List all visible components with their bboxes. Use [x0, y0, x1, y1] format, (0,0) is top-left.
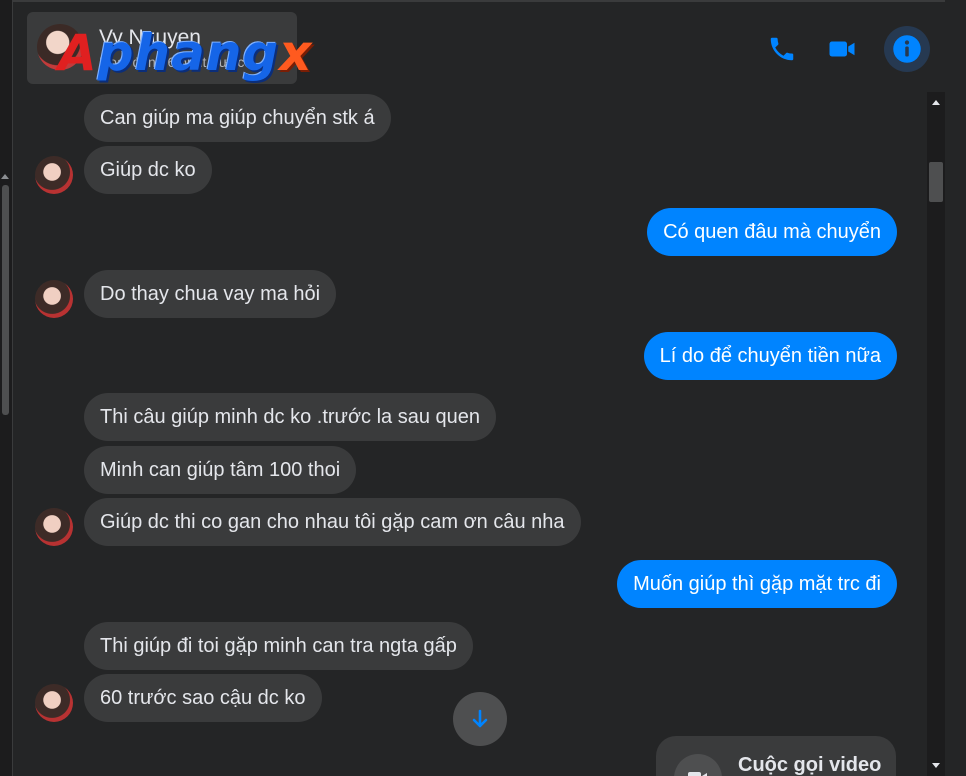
- video-call-card[interactable]: Cuộc gọi video: [656, 736, 896, 776]
- scroll-down-arrow[interactable]: [932, 763, 940, 768]
- message-incoming[interactable]: Can giúp ma giúp chuyển stk á: [84, 94, 391, 142]
- message-outgoing[interactable]: Muốn giúp thì gặp mặt trc đi: [617, 560, 897, 608]
- avatar[interactable]: [35, 280, 73, 318]
- call-card-label: Cuộc gọi video: [738, 754, 882, 776]
- message-incoming[interactable]: Do thay chua vay ma hỏi: [84, 270, 337, 318]
- message-incoming[interactable]: 60 trước sao cậu dc ko: [84, 674, 322, 722]
- chat-scrollbar[interactable]: [927, 92, 945, 776]
- message-list[interactable]: Can giúp ma giúp chuyển stk á Giúp dc ko…: [13, 92, 927, 776]
- window-edge: [945, 0, 966, 776]
- avatar[interactable]: [35, 508, 73, 546]
- scrollbar-thumb[interactable]: [2, 185, 9, 415]
- scroll-up-arrow[interactable]: [932, 100, 940, 105]
- watermark-logo: Aphangx: [58, 24, 313, 82]
- message-incoming[interactable]: Minh can giúp tâm 100 thoi: [84, 446, 357, 494]
- outer-scrollbar[interactable]: [0, 0, 13, 776]
- scrollbar-thumb[interactable]: [929, 162, 943, 202]
- video-camera-icon: [674, 754, 722, 776]
- message-incoming[interactable]: Thi giúp đi toi gặp minh can tra ngta gấ…: [84, 622, 473, 670]
- avatar[interactable]: [35, 156, 73, 194]
- scroll-to-bottom-button[interactable]: [453, 692, 507, 746]
- arrow-down-icon: [472, 709, 488, 728]
- avatar[interactable]: [35, 684, 73, 722]
- message-outgoing[interactable]: Lí do để chuyển tiền nữa: [643, 332, 897, 380]
- scroll-up-arrow[interactable]: [1, 174, 9, 179]
- video-camera-icon[interactable]: [825, 32, 859, 66]
- chat-header: Vy Nguyen Hoạt động 6 phút trước Aphangx: [13, 0, 966, 94]
- message-incoming[interactable]: Giúp dc ko: [84, 146, 212, 194]
- info-icon[interactable]: [890, 32, 924, 66]
- message-incoming[interactable]: Thi câu giúp minh dc ko .trước la sau qu…: [84, 393, 497, 441]
- phone-icon[interactable]: [765, 32, 799, 66]
- message-outgoing[interactable]: Có quen đâu mà chuyển: [647, 208, 897, 256]
- message-incoming[interactable]: Giúp dc thi co gan cho nhau tôi gặp cam …: [84, 498, 581, 546]
